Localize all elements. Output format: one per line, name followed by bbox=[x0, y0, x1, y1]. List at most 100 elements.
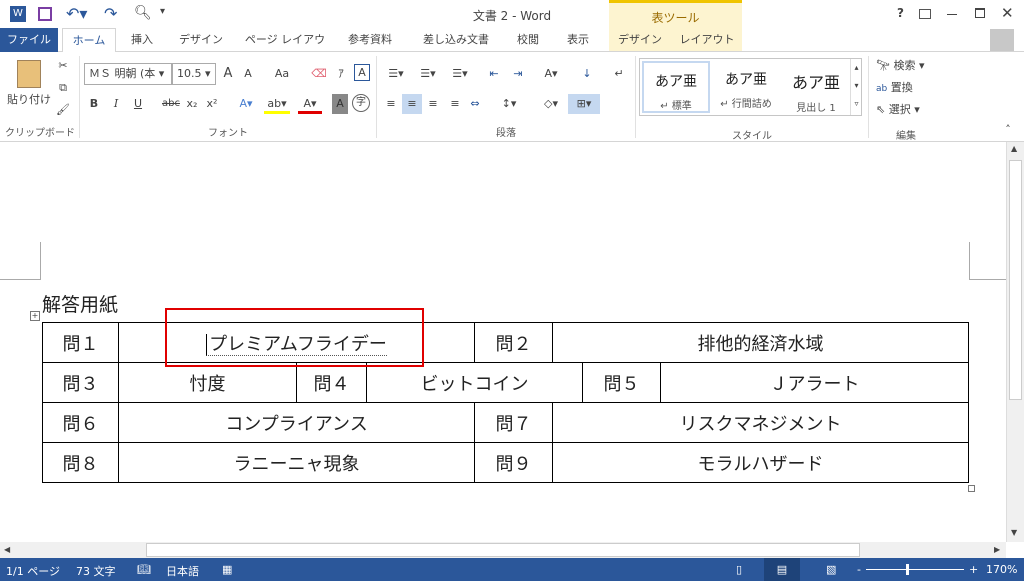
subscript-button[interactable]: x₂ bbox=[184, 94, 200, 114]
grow-font-button[interactable]: A bbox=[220, 64, 236, 84]
close-icon[interactable]: ✕ bbox=[1001, 4, 1014, 22]
shrink-font-button[interactable]: A bbox=[240, 64, 256, 84]
character-border-icon[interactable]: A bbox=[354, 64, 370, 81]
vertical-scrollbar[interactable]: ▲ ▼ bbox=[1006, 142, 1024, 542]
collapse-ribbon-icon[interactable]: ˄ bbox=[1000, 120, 1016, 140]
superscript-button[interactable]: x² bbox=[204, 94, 220, 114]
shading-icon[interactable]: ◇▾ bbox=[538, 94, 564, 114]
maximize-icon[interactable] bbox=[975, 8, 985, 18]
justify-icon[interactable]: ≡ bbox=[446, 94, 464, 114]
minimize-icon[interactable] bbox=[947, 14, 957, 15]
format-painter-icon[interactable]: 🖌︎ bbox=[54, 100, 72, 120]
tab-design[interactable]: デザイン bbox=[172, 28, 230, 52]
proofing-icon[interactable]: 📖︎ bbox=[137, 563, 151, 576]
find-button[interactable]: 🔭︎ 検索 ▾ bbox=[876, 56, 938, 76]
increase-indent-icon[interactable]: ⇥ bbox=[508, 64, 528, 84]
vertical-scroll-thumb[interactable] bbox=[1009, 160, 1022, 400]
macro-icon[interactable]: ▦ bbox=[222, 563, 232, 576]
italic-button[interactable]: I bbox=[108, 94, 124, 114]
change-case-button[interactable]: Aa bbox=[268, 64, 296, 84]
align-left-icon[interactable]: ≡ bbox=[382, 94, 400, 114]
zoom-level[interactable]: 170% bbox=[986, 563, 1017, 576]
answer-cell[interactable]: ラニーニャ現象 bbox=[117, 442, 476, 483]
numbering-icon[interactable]: ☰▾ bbox=[414, 64, 442, 84]
style-normal[interactable]: あア亜 ↵ 標準 bbox=[642, 61, 710, 113]
horizontal-scroll-thumb[interactable] bbox=[146, 543, 860, 557]
tab-table-layout[interactable]: レイアウト bbox=[676, 28, 738, 52]
question-label[interactable]: 問５ bbox=[582, 362, 662, 403]
zoom-slider[interactable] bbox=[866, 564, 964, 575]
sort-icon[interactable]: ↓ bbox=[578, 64, 596, 84]
distributed-icon[interactable]: ⇔ bbox=[466, 94, 484, 114]
decrease-indent-icon[interactable]: ⇤ bbox=[484, 64, 504, 84]
tab-insert[interactable]: 挿入 bbox=[122, 28, 162, 52]
show-marks-icon[interactable]: ↵ bbox=[610, 64, 628, 84]
table-move-handle[interactable]: + bbox=[30, 311, 40, 321]
highlight-color-icon[interactable]: ab▾ bbox=[264, 94, 290, 114]
answer-cell[interactable]: 排他的経済水域 bbox=[552, 322, 970, 363]
tab-table-design[interactable]: デザイン bbox=[612, 28, 668, 52]
answer-cell[interactable]: コンプライアンス bbox=[117, 402, 476, 443]
table-resize-handle[interactable] bbox=[968, 485, 975, 492]
tab-references[interactable]: 参考資料 bbox=[340, 28, 400, 52]
horizontal-scrollbar[interactable]: ◀ ▶ bbox=[0, 542, 1006, 558]
borders-icon[interactable]: ⊞▾ bbox=[568, 94, 600, 114]
line-spacing-icon[interactable]: ↕▾ bbox=[496, 94, 522, 114]
replace-button[interactable]: ab 置換 bbox=[876, 78, 938, 98]
ribbon-display-icon[interactable] bbox=[919, 9, 931, 19]
question-label[interactable]: 問２ bbox=[474, 322, 554, 363]
question-label[interactable]: 問６ bbox=[42, 402, 119, 443]
bullets-icon[interactable]: ☰▾ bbox=[382, 64, 410, 84]
phonetic-guide-icon[interactable]: ｱ bbox=[332, 64, 350, 84]
answer-cell[interactable]: Ｊアラート bbox=[660, 362, 970, 403]
styles-scroll-buttons[interactable]: ▴ ▾ ▿ bbox=[850, 59, 862, 115]
question-label[interactable]: 問７ bbox=[474, 402, 554, 443]
style-no-spacing[interactable]: あア亜 ↵ 行間詰め bbox=[712, 61, 780, 113]
text-effects-icon[interactable]: A▾ bbox=[234, 94, 258, 114]
tab-file[interactable]: ファイル bbox=[0, 28, 58, 52]
tab-view[interactable]: 表示 bbox=[560, 28, 596, 52]
align-center-icon[interactable]: ≡ bbox=[402, 94, 422, 114]
font-color-icon[interactable]: A▾ bbox=[298, 94, 322, 114]
clear-formatting-icon[interactable]: ⌫ bbox=[310, 64, 328, 84]
question-label[interactable]: 問１ bbox=[42, 322, 119, 363]
zoom-in-button[interactable]: + bbox=[969, 563, 978, 576]
question-label[interactable]: 問９ bbox=[474, 442, 554, 483]
font-name-combo[interactable]: ＭＳ 明朝 (本 ▾ bbox=[84, 63, 172, 85]
answer-cell[interactable]: リスクマネジメント bbox=[552, 402, 970, 443]
style-heading-1[interactable]: あア亜 見出し 1 bbox=[782, 61, 850, 114]
tab-review[interactable]: 校閲 bbox=[510, 28, 546, 52]
paste-button[interactable]: 貼り付け bbox=[6, 90, 52, 110]
select-button[interactable]: ⇖ 選択 ▾ bbox=[876, 100, 938, 120]
underline-button[interactable]: U bbox=[130, 94, 146, 114]
answer-cell[interactable]: ビットコイン bbox=[365, 362, 584, 403]
asian-layout-icon[interactable]: A▾ bbox=[538, 64, 564, 84]
read-mode-icon[interactable]: ▯ bbox=[736, 563, 742, 576]
bold-button[interactable]: B bbox=[86, 94, 102, 114]
multilevel-list-icon[interactable]: ☰▾ bbox=[446, 64, 474, 84]
zoom-out-button[interactable]: - bbox=[857, 563, 861, 576]
question-label[interactable]: 問４ bbox=[296, 362, 367, 403]
answer-cell[interactable]: モラルハザード bbox=[552, 442, 970, 483]
language[interactable]: 日本語 bbox=[166, 563, 199, 579]
font-size-combo[interactable]: 10.5 ▾ bbox=[172, 63, 216, 85]
word-count[interactable]: 73 文字 bbox=[76, 563, 116, 579]
help-icon[interactable]: ? bbox=[897, 6, 904, 20]
enclose-characters-icon[interactable]: 字 bbox=[352, 94, 370, 112]
question-label[interactable]: 問８ bbox=[42, 442, 119, 483]
zoom-slider-thumb[interactable] bbox=[906, 564, 909, 575]
cut-icon[interactable]: ✂ bbox=[54, 56, 72, 76]
align-right-icon[interactable]: ≡ bbox=[424, 94, 442, 114]
character-shading-icon[interactable]: A bbox=[332, 94, 348, 114]
tab-mailings[interactable]: 差し込み文書 bbox=[416, 28, 496, 52]
print-layout-icon[interactable]: ▤ bbox=[764, 558, 800, 581]
tab-page-layout[interactable]: ページ レイアウト bbox=[240, 28, 330, 70]
question-label[interactable]: 問３ bbox=[42, 362, 119, 403]
page-count[interactable]: 1/1 ページ bbox=[6, 563, 60, 579]
user-avatar[interactable] bbox=[990, 29, 1014, 51]
web-layout-icon[interactable]: ▧ bbox=[826, 563, 836, 576]
answer-cell[interactable]: 忖度 bbox=[118, 362, 297, 403]
copy-icon[interactable]: ⧉ bbox=[54, 78, 72, 98]
strikethrough-button[interactable]: abc bbox=[160, 94, 182, 114]
tab-home[interactable]: ホーム bbox=[62, 28, 116, 53]
